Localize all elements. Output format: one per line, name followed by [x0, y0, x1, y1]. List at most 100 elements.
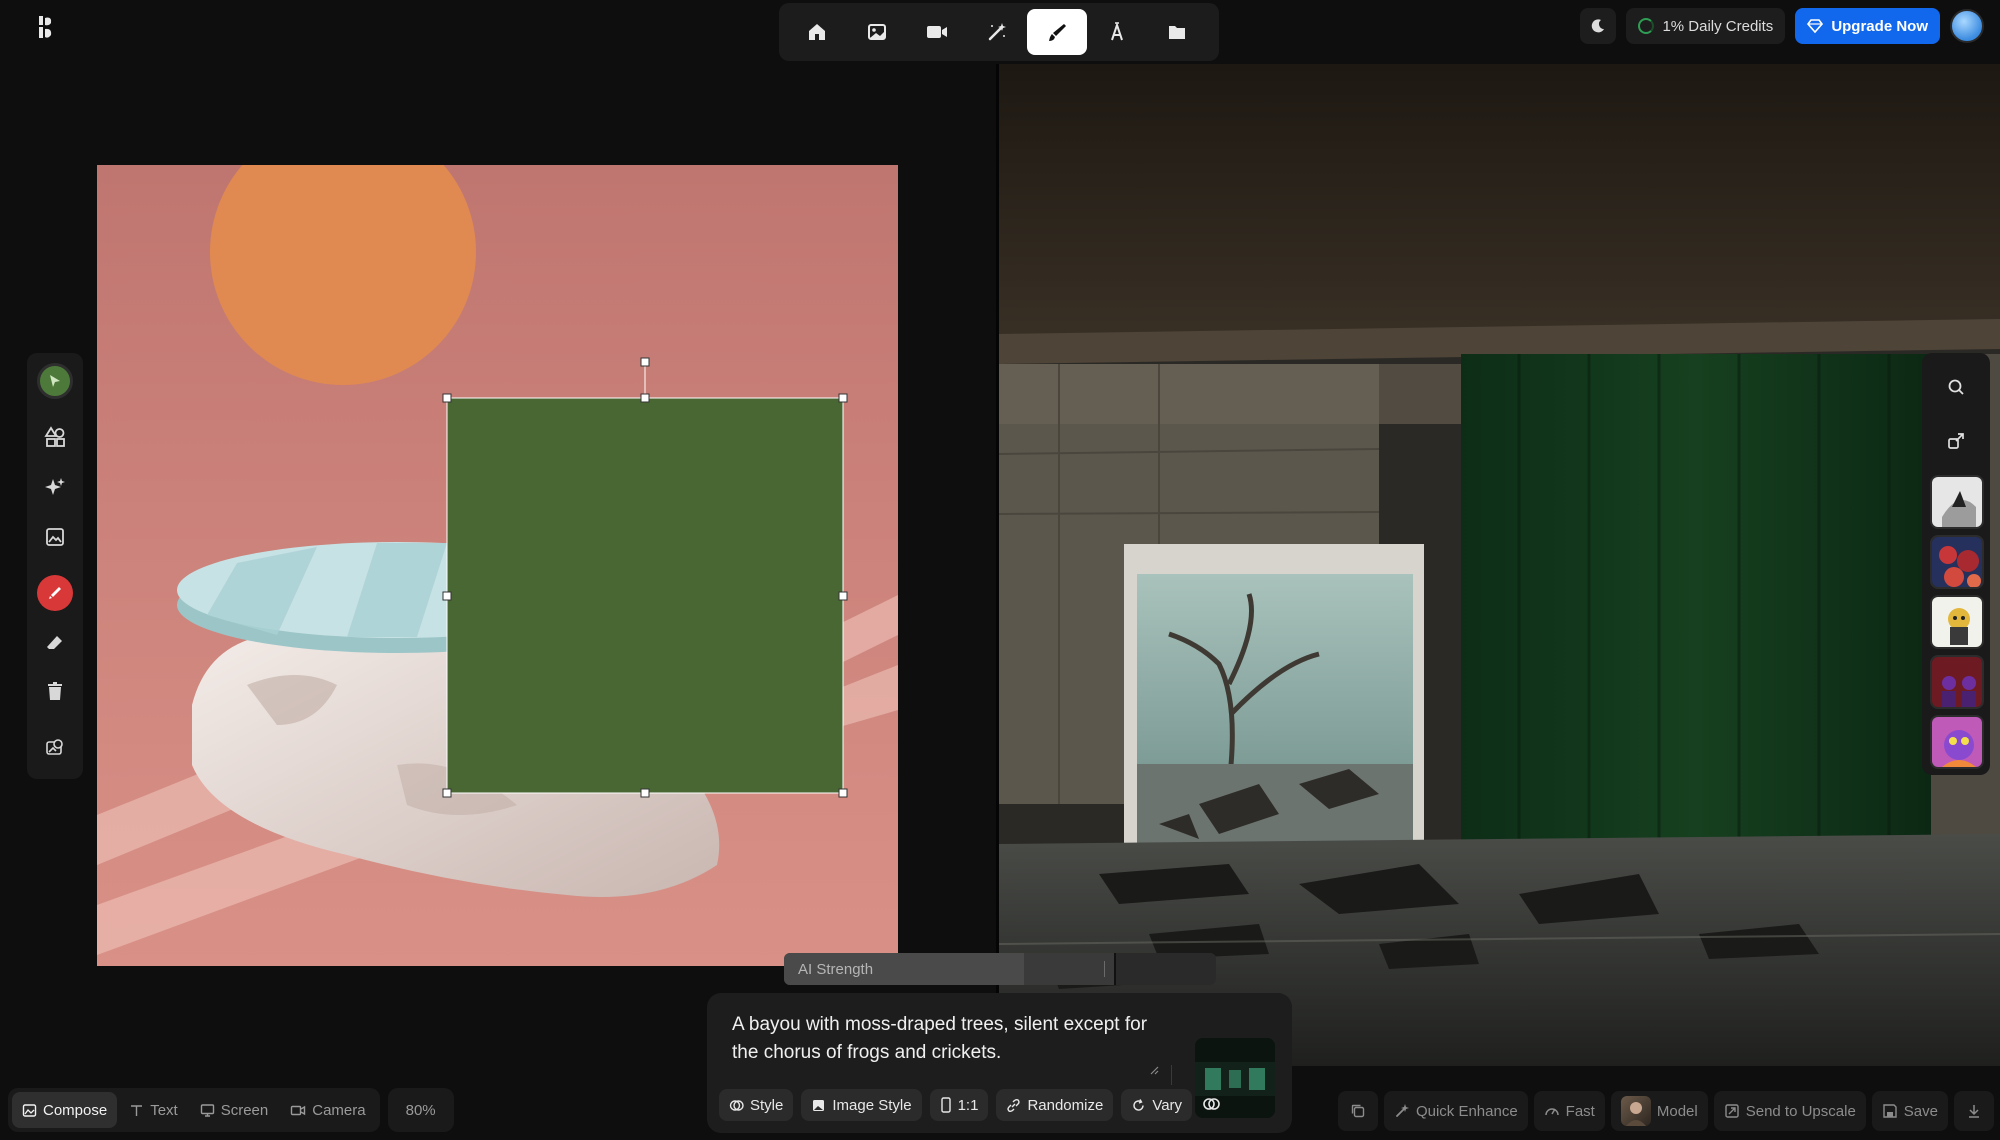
style-icon	[729, 1099, 744, 1111]
screen-mode-label: Screen	[220, 1101, 269, 1119]
fast-mode-label: Fast	[1565, 1102, 1595, 1120]
camera-mode-label: Camera	[312, 1101, 366, 1119]
prompt-chips: Style Image Style 1:1 Randomize Vary	[719, 1089, 1193, 1121]
assets-tool[interactable]	[37, 729, 73, 765]
share-button[interactable]	[1936, 421, 1976, 461]
share-icon	[1948, 433, 1964, 449]
history-thumbnail-1[interactable]	[1930, 475, 1984, 529]
screen-mode-button[interactable]: Screen	[190, 1092, 279, 1128]
copy-icon	[1351, 1104, 1365, 1118]
portrait-icon	[940, 1097, 951, 1113]
credits-badge[interactable]: 1% Daily Credits	[1626, 8, 1786, 44]
sparkle-icon	[45, 478, 65, 495]
download-icon	[1969, 1105, 1979, 1118]
download-button[interactable]	[1954, 1091, 1994, 1131]
top-right-controls: 1% Daily Credits Upgrade Now	[1580, 8, 2000, 44]
credits-label: 1% Daily Credits	[1662, 17, 1774, 35]
save-button[interactable]: Save	[1871, 1091, 1948, 1131]
refresh-icon	[1133, 1098, 1145, 1111]
top-nav	[779, 3, 1219, 61]
search-icon	[1948, 379, 1964, 395]
prompt-panel: A bayou with moss-draped trees, silent e…	[707, 993, 1292, 1133]
brush-icon	[49, 587, 61, 599]
brush-color-tool[interactable]	[37, 575, 73, 611]
ai-strength-track-end	[1114, 953, 1216, 985]
history-thumbnail-4[interactable]	[1930, 655, 1984, 709]
style-chip[interactable]: Style	[719, 1089, 794, 1121]
magic-wand-icon	[1396, 1104, 1409, 1117]
compose-icon	[22, 1103, 37, 1117]
save-icon	[1883, 1104, 1897, 1118]
quick-enhance-button[interactable]: Quick Enhance	[1383, 1091, 1528, 1131]
model-avatar	[1620, 1096, 1651, 1126]
video-icon[interactable]	[907, 9, 967, 55]
image-style-chip[interactable]: Image Style	[801, 1089, 922, 1121]
camera-icon	[291, 1105, 306, 1115]
randomize-chip[interactable]: Randomize	[996, 1089, 1114, 1121]
resize-handle-icon[interactable]	[1149, 1065, 1159, 1075]
image-tool[interactable]	[37, 519, 73, 555]
right-toolbar	[1922, 353, 1990, 775]
select-tool[interactable]	[37, 363, 73, 399]
eraser-tool[interactable]	[37, 625, 73, 661]
eraser-icon	[47, 636, 62, 649]
monitor-icon	[200, 1103, 214, 1117]
canvas-brush-icon[interactable]	[1027, 9, 1087, 55]
zoom-level[interactable]: 80%	[387, 1088, 454, 1132]
model-button[interactable]: Model	[1610, 1091, 1708, 1131]
send-to-upscale-label: Send to Upscale	[1745, 1102, 1856, 1120]
generate-tool[interactable]	[37, 469, 73, 505]
ai-strength-handle[interactable]	[1104, 961, 1105, 977]
selected-rectangle	[446, 362, 844, 794]
model-label: Model	[1656, 1102, 1698, 1120]
upgrade-button[interactable]: Upgrade Now	[1795, 8, 1940, 44]
output-actions: Quick Enhance Fast Model Send to Upscale…	[1337, 1090, 1994, 1132]
aspect-ratio-chip[interactable]: 1:1	[929, 1089, 989, 1121]
history-thumbnail-3[interactable]	[1930, 595, 1984, 649]
image-icon[interactable]	[847, 9, 907, 55]
diamond-icon	[1807, 19, 1824, 34]
reference-image-thumbnail[interactable]	[1195, 1038, 1275, 1118]
image-style-chip-label: Image Style	[832, 1096, 912, 1114]
user-avatar[interactable]	[1950, 9, 1984, 43]
aspect-ratio-label: 1:1	[957, 1096, 979, 1114]
assets-icon	[46, 739, 63, 755]
text-icon	[131, 1104, 143, 1116]
compose-mode-button[interactable]: Compose	[12, 1092, 118, 1128]
text-mode-button[interactable]: Text	[119, 1092, 188, 1128]
camera-mode-button[interactable]: Camera	[280, 1092, 375, 1128]
moon-icon	[1592, 19, 1605, 33]
upgrade-label: Upgrade Now	[1831, 17, 1928, 35]
mode-bar: Compose Text Screen Camera 80%	[8, 1088, 454, 1132]
ai-strength-slider[interactable]: AI Strength	[784, 953, 1216, 985]
prompt-separator	[1171, 1065, 1172, 1085]
randomize-label: Randomize	[1027, 1096, 1104, 1114]
compose-canvas[interactable]	[97, 165, 898, 966]
copy-button[interactable]	[1337, 1091, 1378, 1131]
speedometer-icon	[1544, 1108, 1559, 1116]
image-style-icon	[813, 1099, 825, 1111]
history-thumbnail-5[interactable]	[1930, 715, 1984, 769]
left-toolbar	[27, 353, 83, 779]
credits-ring-icon	[1638, 18, 1655, 34]
folder-icon[interactable]	[1147, 9, 1207, 55]
compose-mode-label: Compose	[43, 1101, 108, 1119]
vary-chip[interactable]: Vary	[1121, 1089, 1193, 1121]
delete-tool[interactable]	[37, 673, 73, 709]
send-to-upscale-button[interactable]: Send to Upscale	[1713, 1091, 1866, 1131]
fast-mode-button[interactable]: Fast	[1533, 1091, 1605, 1131]
image-icon	[46, 528, 64, 546]
shapes-tool[interactable]	[37, 419, 73, 455]
ai-strength-label: AI Strength	[798, 961, 874, 978]
magic-wand-icon[interactable]	[967, 9, 1027, 55]
prompt-textarea[interactable]: A bayou with moss-draped trees, silent e…	[732, 1011, 1152, 1067]
mode-group: Compose Text Screen Camera	[8, 1088, 380, 1132]
text-mode-label: Text	[150, 1101, 178, 1119]
theme-toggle-button[interactable]	[1580, 8, 1617, 44]
link-icon	[1007, 1098, 1021, 1112]
app-logo[interactable]	[30, 12, 60, 42]
history-thumbnail-2[interactable]	[1930, 535, 1984, 589]
search-button[interactable]	[1936, 367, 1976, 407]
text-icon[interactable]	[1087, 9, 1147, 55]
home-icon[interactable]	[787, 9, 847, 55]
